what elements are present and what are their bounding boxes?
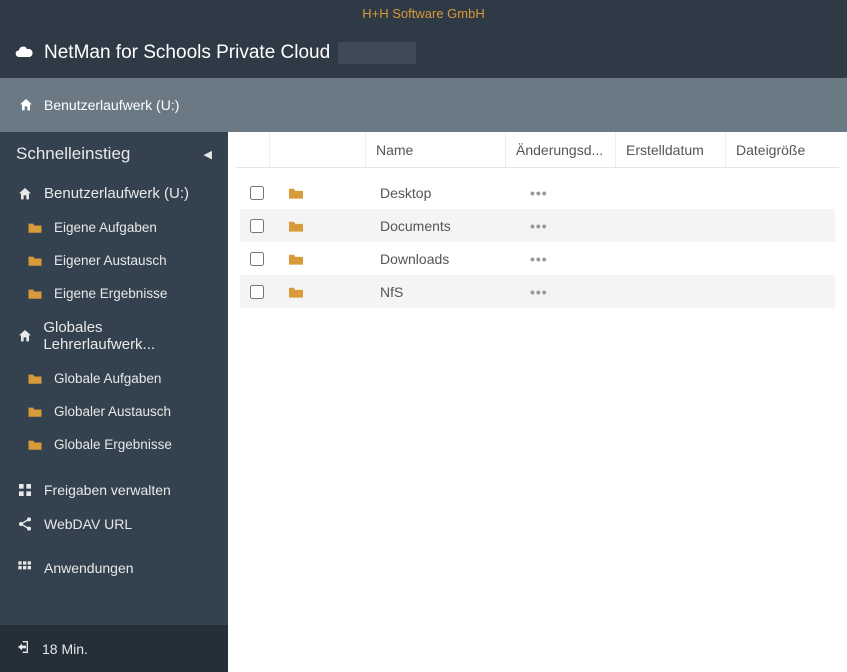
home-icon: [16, 186, 34, 202]
sidebar-item-label: Eigene Aufgaben: [54, 220, 157, 235]
home-icon: [16, 328, 33, 344]
grid-icon: [16, 560, 34, 576]
sidebar-item-label: Eigene Ergebnisse: [54, 286, 167, 301]
folder-icon: [26, 254, 44, 267]
table-header: Name Änderungsd... Erstelldatum Dateigrö…: [236, 132, 839, 168]
sidebar-item-user-drive[interactable]: Benutzerlaufwerk (U:): [0, 176, 228, 211]
sidebar-item-eigene-aufgaben[interactable]: Eigene Aufgaben: [0, 211, 228, 244]
row-actions-button[interactable]: •••: [530, 251, 570, 267]
sidebar-item-label: Eigener Austausch: [54, 253, 167, 268]
row-name: Documents: [370, 218, 530, 234]
table-row[interactable]: Downloads•••: [240, 242, 835, 275]
folder-icon: [26, 405, 44, 418]
sidebar-item-label: Benutzerlaufwerk (U:): [44, 185, 189, 202]
sidebar-item-label: Globaler Austausch: [54, 404, 171, 419]
sidebar-logout[interactable]: 18 Min.: [0, 625, 228, 672]
sidebar-heading[interactable]: Schnelleinstieg ◀: [0, 132, 228, 176]
sidebar-item-global-teacher-drive[interactable]: Globales Lehrerlaufwerk...: [0, 310, 228, 362]
sidebar-item-label: Globales Lehrerlaufwerk...: [43, 319, 212, 353]
company-label: H+H Software GmbH: [362, 6, 484, 21]
row-checkbox[interactable]: [250, 219, 264, 233]
row-name: Desktop: [370, 185, 530, 201]
sidebar-item-label: Anwendungen: [44, 560, 134, 576]
logout-label: 18 Min.: [42, 641, 88, 657]
col-icon: [270, 132, 366, 167]
breadcrumb-path: Benutzerlaufwerk (U:): [44, 97, 179, 113]
col-name-label: Name: [376, 142, 413, 158]
header-secondary-box: [338, 42, 416, 64]
row-checkbox-cell: [240, 285, 274, 299]
app-header: NetMan for Schools Private Cloud: [0, 28, 847, 78]
folder-icon: [274, 285, 318, 299]
table-row[interactable]: Documents•••: [240, 209, 835, 242]
sidebar-item-eigener-austausch[interactable]: Eigener Austausch: [0, 244, 228, 277]
col-created-label: Erstelldatum: [626, 142, 704, 158]
cloud-icon: [14, 42, 34, 65]
folder-icon: [26, 438, 44, 451]
chevron-left-icon: ◀: [204, 148, 212, 161]
row-actions-button[interactable]: •••: [530, 185, 570, 201]
table-row[interactable]: NfS•••: [240, 275, 835, 308]
row-actions-button[interactable]: •••: [530, 284, 570, 300]
sidebar-item-webdav[interactable]: WebDAV URL: [0, 507, 228, 541]
row-checkbox[interactable]: [250, 252, 264, 266]
sidebar-item-globale-ergebnisse[interactable]: Globale Ergebnisse: [0, 428, 228, 461]
row-checkbox[interactable]: [250, 186, 264, 200]
row-checkbox-cell: [240, 252, 274, 266]
col-size-label: Dateigröße: [736, 142, 805, 158]
logout-icon: [16, 639, 32, 658]
row-name: NfS: [370, 284, 530, 300]
sidebar-item-globale-aufgaben[interactable]: Globale Aufgaben: [0, 362, 228, 395]
table-body: Desktop•••Documents•••Downloads•••NfS•••: [236, 168, 839, 316]
row-actions-button[interactable]: •••: [530, 218, 570, 234]
sidebar-item-applications[interactable]: Anwendungen: [0, 551, 228, 585]
col-created[interactable]: Erstelldatum: [616, 132, 726, 167]
share-nodes-icon: [16, 516, 34, 532]
col-size[interactable]: Dateigröße: [726, 132, 839, 167]
top-company-bar: H+H Software GmbH: [0, 0, 847, 28]
sidebar-item-label: Globale Aufgaben: [54, 371, 161, 386]
folder-icon: [274, 219, 318, 233]
sidebar-item-globaler-austausch[interactable]: Globaler Austausch: [0, 395, 228, 428]
row-checkbox-cell: [240, 219, 274, 233]
folder-icon: [274, 186, 318, 200]
sidebar-item-eigene-ergebnisse[interactable]: Eigene Ergebnisse: [0, 277, 228, 310]
folder-icon: [26, 372, 44, 385]
shares-icon: [16, 482, 34, 498]
sidebar: Schnelleinstieg ◀ Benutzerlaufwerk (U:) …: [0, 132, 228, 672]
file-list-panel: Name Änderungsd... Erstelldatum Dateigrö…: [228, 132, 847, 672]
app-title: NetMan for Schools Private Cloud: [44, 42, 330, 64]
folder-icon: [26, 287, 44, 300]
folder-icon: [26, 221, 44, 234]
folder-icon: [274, 252, 318, 266]
sidebar-item-shares[interactable]: Freigaben verwalten: [0, 473, 228, 507]
row-checkbox[interactable]: [250, 285, 264, 299]
col-modified-label: Änderungsd...: [516, 142, 603, 158]
row-checkbox-cell: [240, 186, 274, 200]
sidebar-item-label: WebDAV URL: [44, 516, 132, 532]
sidebar-heading-label: Schnelleinstieg: [16, 144, 130, 164]
col-name[interactable]: Name: [366, 132, 506, 167]
breadcrumb[interactable]: Benutzerlaufwerk (U:): [0, 78, 847, 132]
col-checkbox: [236, 132, 270, 167]
col-modified[interactable]: Änderungsd...: [506, 132, 616, 167]
row-name: Downloads: [370, 251, 530, 267]
table-row[interactable]: Desktop•••: [240, 176, 835, 209]
sidebar-item-label: Globale Ergebnisse: [54, 437, 172, 452]
home-icon: [18, 97, 34, 113]
sidebar-item-label: Freigaben verwalten: [44, 482, 171, 498]
